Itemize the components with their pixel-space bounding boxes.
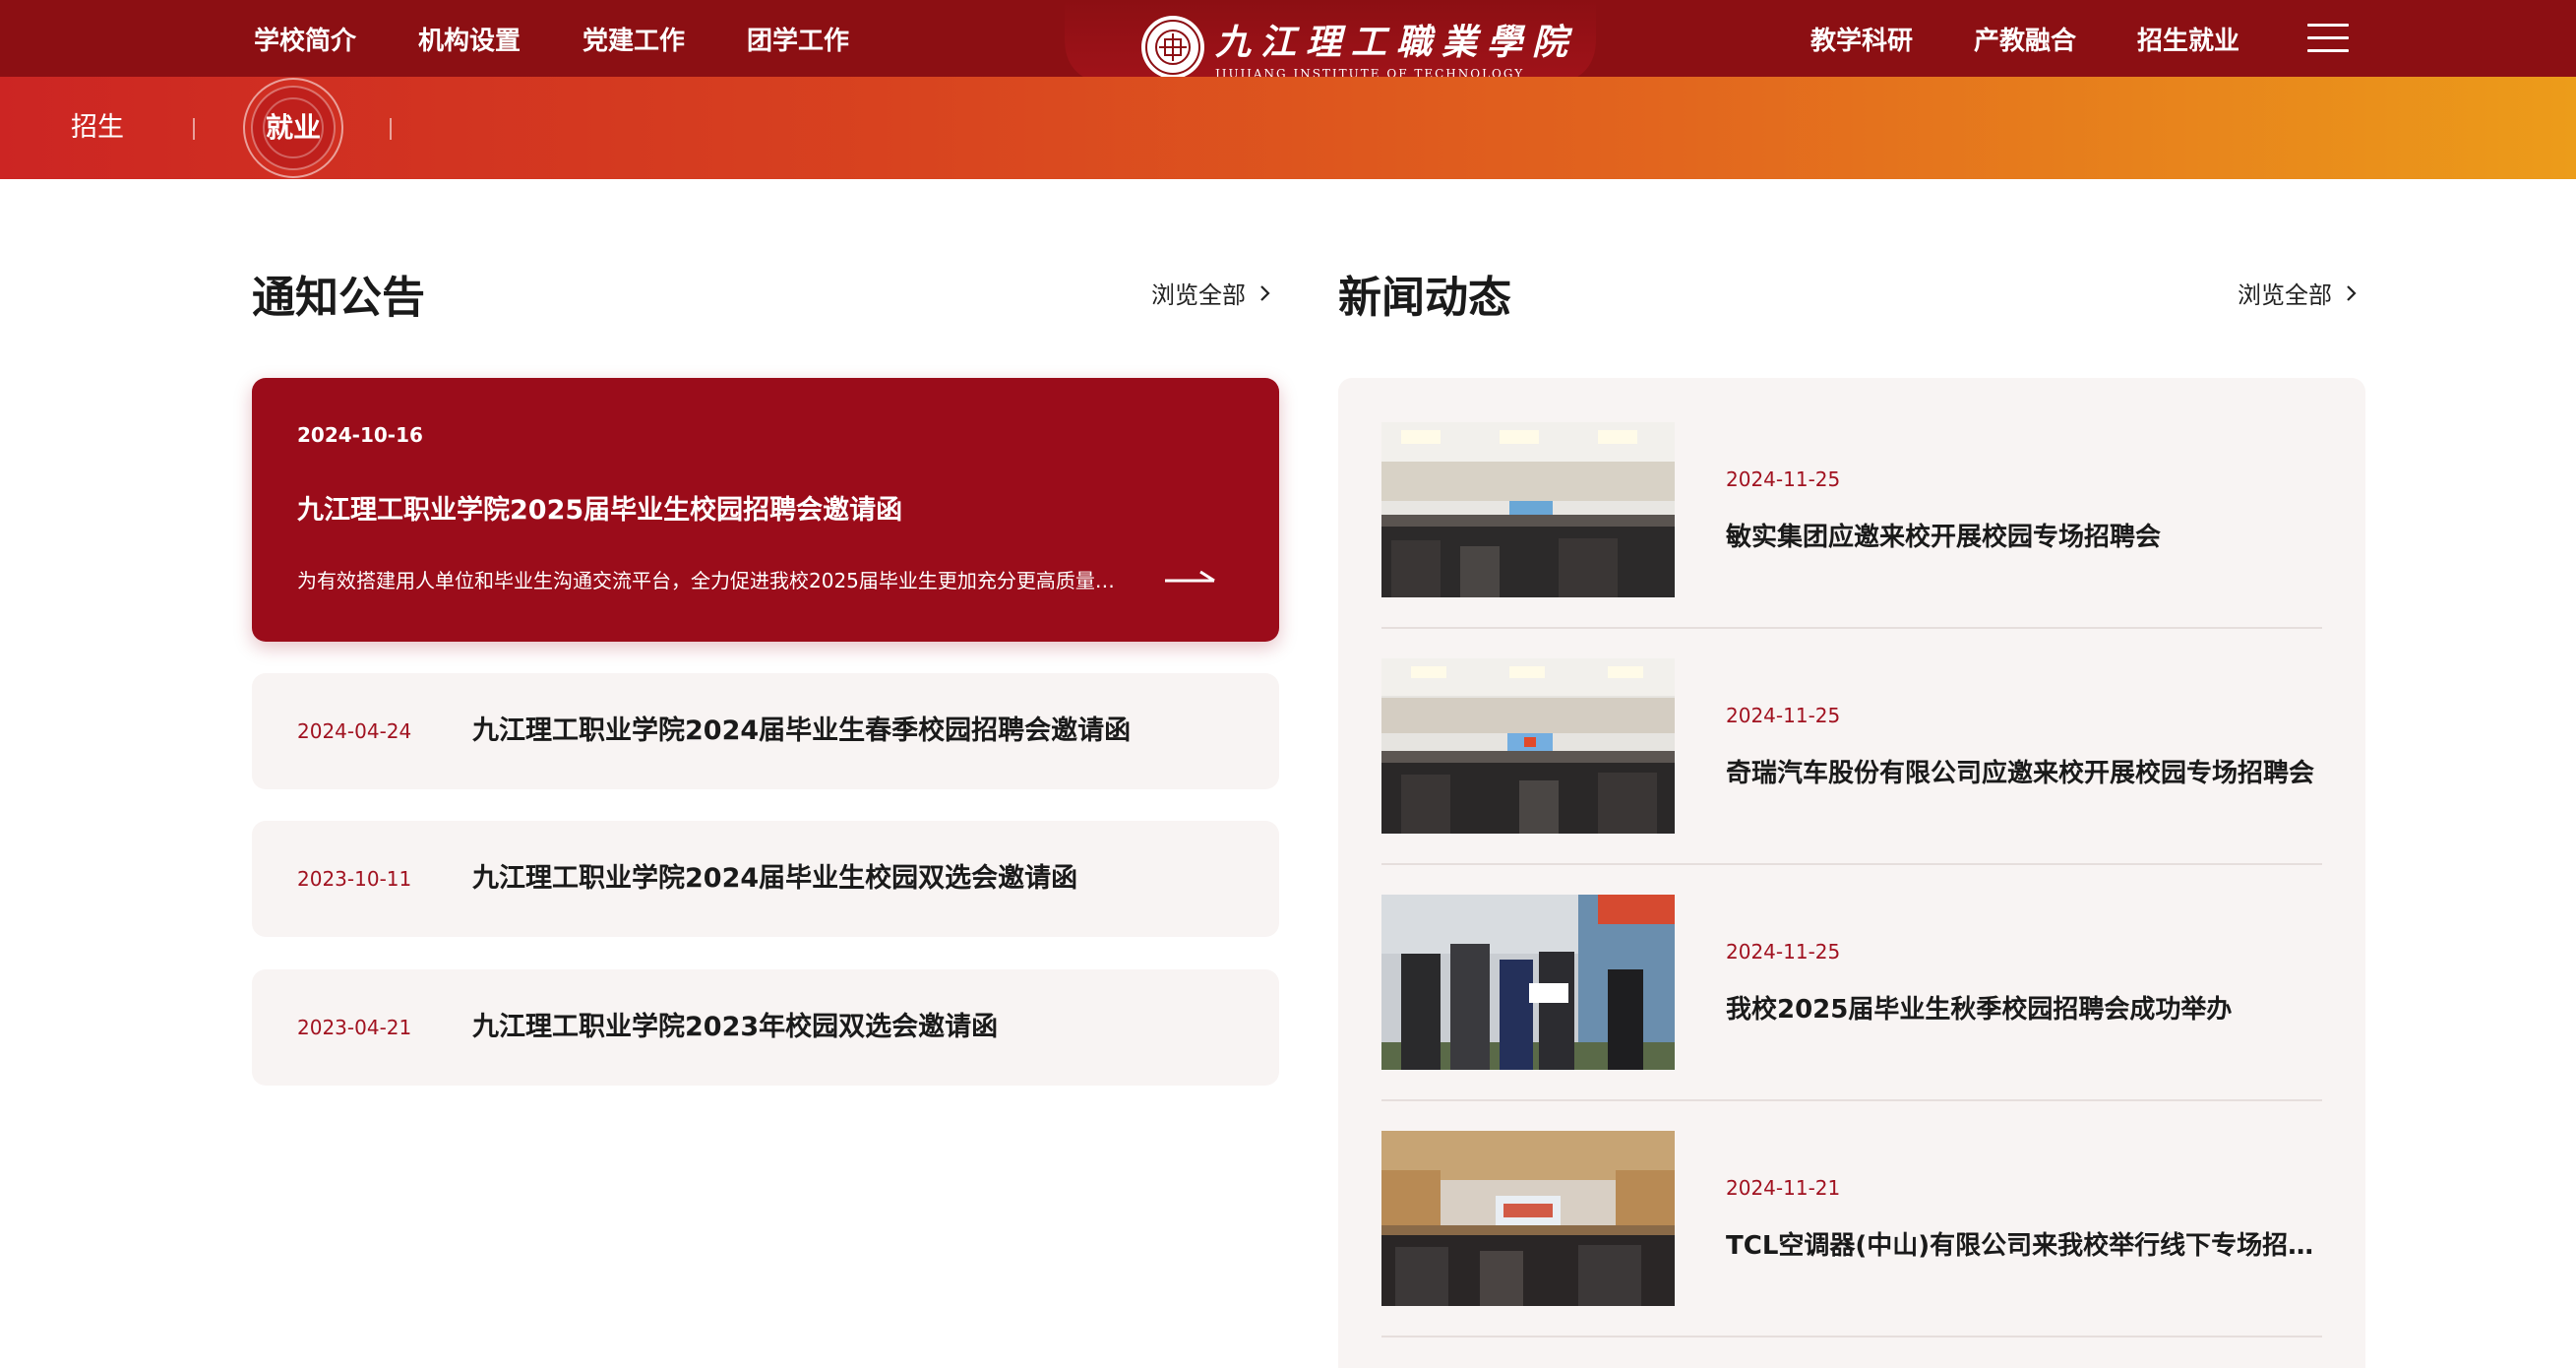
nav-item-industry-education[interactable]: 产教融合 [1974,21,2076,57]
notice-date: 2024-04-24 [297,719,412,743]
hamburger-icon[interactable] [2307,24,2349,53]
notice-row[interactable]: 2024-04-24 九江理工职业学院2024届毕业生春季校园招聘会邀请函 [252,673,1279,789]
notice-row[interactable]: 2023-04-21 九江理工职业学院2023年校园双选会邀请函 [252,969,1279,1086]
sub-navigation-bar: 招生 [0,77,2576,179]
nav-left-group: 学校简介 机构设置 党建工作 团学工作 [254,0,911,77]
notice-date: 2023-10-11 [297,867,412,891]
notices-section-title: 通知公告 [252,273,425,323]
featured-notice-date: 2024-10-16 [297,423,423,447]
news-title: 敏实集团应邀来校开展校园专场招聘会 [1726,523,2162,552]
news-panel: 2024-11-25 敏实集团应邀来校开展校园专场招聘会 2024-11-25 … [1338,378,2365,1368]
news-divider [1381,863,2322,865]
featured-notice-title: 九江理工职业学院2025届毕业生校园招聘会邀请函 [297,495,903,526]
notice-date: 2023-04-21 [297,1016,412,1039]
nav-item-school-intro[interactable]: 学校简介 [254,21,356,57]
subnav-separator [193,118,195,140]
subnav-separator [390,118,392,140]
notice-row[interactable]: 2023-10-11 九江理工职业学院2024届毕业生校园双选会邀请函 [252,821,1279,937]
notice-title: 九江理工职业学院2024届毕业生春季校园招聘会邀请函 [472,715,1132,746]
news-divider [1381,1099,2322,1101]
news-date: 2024-11-25 [1726,940,1841,964]
subnav-item-employment[interactable]: 就业 [242,77,344,179]
nav-right-group: 教学科研 产教融合 招生就业 [1810,0,2300,77]
nav-item-party-building[interactable]: 党建工作 [583,21,685,57]
news-thumbnail-image[interactable] [1381,658,1675,834]
view-all-label: 浏览全部 [2238,281,2332,309]
featured-notice-desc: 为有效搭建用人单位和毕业生沟通交流平台，全力促进我校2025届毕业生更加充分更高… [297,569,1124,592]
news-title: 奇瑞汽车股份有限公司应邀来校开展校园专场招聘会 [1726,759,2315,788]
news-title: 我校2025届毕业生秋季校园招聘会成功举办 [1726,995,2233,1025]
school-seal-icon[interactable] [1139,14,1206,81]
news-item[interactable]: 2024-11-25 奇瑞汽车股份有限公司应邀来校开展校园专场招聘会 [1381,658,2322,895]
featured-notice-card[interactable]: 2024-10-16 九江理工职业学院2025届毕业生校园招聘会邀请函 为有效搭… [252,378,1279,642]
subnav-item-admission[interactable]: 招生 [71,77,124,179]
news-section-title: 新闻动态 [1338,273,1511,323]
arrow-right-icon[interactable] [1163,565,1218,589]
news-thumbnail-image[interactable] [1381,895,1675,1070]
news-title: TCL空调器(中山)有限公司来我校举行线下专场招... [1726,1231,2316,1261]
news-date: 2024-11-25 [1726,467,1841,491]
news-date: 2024-11-25 [1726,704,1841,727]
nav-item-admission-employment[interactable]: 招生就业 [2137,21,2239,57]
news-view-all-link[interactable]: 浏览全部 [2238,276,2358,310]
news-date: 2024-11-21 [1726,1176,1841,1200]
news-thumbnail-image[interactable] [1381,422,1675,597]
logo-text[interactable]: 九江理工職業學院 JIUJIANG INSTITUTE OF TECHNOLOG… [1215,14,1577,81]
news-divider [1381,1336,2322,1337]
news-item[interactable]: 2024-11-25 敏实集团应邀来校开展校园专场招聘会 [1381,422,2322,658]
news-item[interactable]: 2024-11-21 TCL空调器(中山)有限公司来我校举行线下专场招... [1381,1131,2322,1367]
news-divider [1381,627,2322,629]
nav-item-youth-league[interactable]: 团学工作 [747,21,849,57]
chevron-right-icon [2347,284,2357,301]
news-thumbnail-image[interactable] [1381,1131,1675,1306]
logo-name-cn: 九江理工職業學院 [1215,22,1578,63]
notice-title: 九江理工职业学院2024届毕业生校园双选会邀请函 [472,863,1078,894]
nav-item-organization[interactable]: 机构设置 [418,21,521,57]
notice-title: 九江理工职业学院2023年校园双选会邀请函 [472,1012,999,1042]
nav-item-teaching-research[interactable]: 教学科研 [1810,21,1913,57]
news-item[interactable]: 2024-11-25 我校2025届毕业生秋季校园招聘会成功举办 [1381,895,2322,1131]
view-all-label: 浏览全部 [1151,281,1246,309]
notices-view-all-link[interactable]: 浏览全部 [1151,276,1271,310]
chevron-right-icon [1260,284,1270,301]
